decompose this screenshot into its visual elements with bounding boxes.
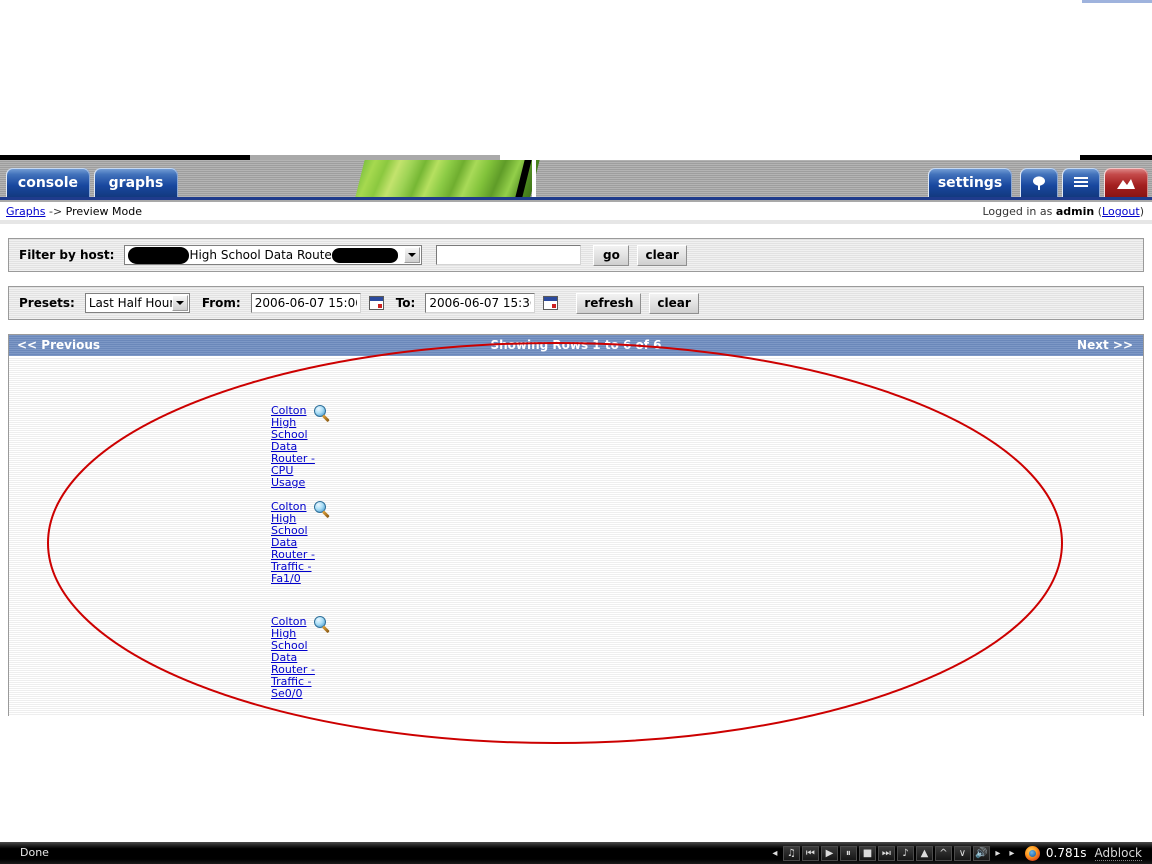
- presets-label: Presets:: [19, 296, 75, 310]
- browser-blank-area: [0, 0, 1152, 155]
- graph-list-body: Colton High School Data Router - CPU Usa…: [9, 357, 1143, 716]
- breadcrumb-current: Preview Mode: [65, 205, 142, 218]
- search-input[interactable]: [436, 245, 582, 265]
- tab-console[interactable]: console: [6, 168, 90, 197]
- skip-forward-icon[interactable]: ⏭: [877, 845, 895, 861]
- page-load-time: 0.781s: [1045, 846, 1087, 860]
- play-icon[interactable]: ▶: [820, 845, 838, 861]
- host-select-value-text: High School Data Router (: [189, 248, 346, 262]
- browser-statusbar: Done ◂ ♫ ⏮ ▶ ⏸ ■ ⏭ ♪ ▲ ^ ∨ 🔊 ▸ ▸ 0.781s …: [0, 842, 1152, 864]
- logout-link[interactable]: Logout: [1102, 205, 1140, 218]
- graph-item: Colton High School Data Router - Traffic…: [576, 473, 1143, 588]
- login-close-paren: ): [1139, 205, 1144, 218]
- graph-item: Colton High School Data Router - Traffic…: [576, 365, 1143, 473]
- prev-track-icon[interactable]: ◂: [769, 846, 781, 861]
- graph-list-navbar: << Previous Showing Rows 1 to 6 of 6 Nex…: [9, 335, 1143, 357]
- chevron-down-icon[interactable]: [404, 247, 421, 263]
- adblock-button[interactable]: Adblock: [1094, 846, 1142, 861]
- graph-item: Colton High School Data Router - Traffic…: [9, 588, 576, 703]
- music-note-single-icon[interactable]: ♪: [896, 845, 914, 861]
- refresh-button[interactable]: refresh: [576, 292, 642, 314]
- graph-preview-container: << Previous Showing Rows 1 to 6 of 6 Nex…: [8, 334, 1144, 716]
- firefox-icon: [1024, 845, 1040, 861]
- host-redaction-id: [332, 248, 399, 263]
- clear-filter-button[interactable]: clear: [637, 244, 687, 266]
- pause-icon[interactable]: ⏸: [839, 845, 857, 861]
- to-label: To:: [395, 296, 416, 310]
- music-note-icon[interactable]: ♫: [782, 845, 800, 861]
- login-username: admin: [1055, 205, 1095, 218]
- graph-item: Colton High School Data Router - Traffic…: [576, 588, 1143, 703]
- host-redaction-prefix: [128, 247, 190, 264]
- mountain-graph-icon: [1115, 176, 1137, 190]
- graph-item: Colton High School Data Router - CPU Usa…: [9, 365, 576, 489]
- preset-select-value: Last Half Hour: [88, 296, 175, 310]
- to-calendar-icon[interactable]: [543, 296, 559, 310]
- top-blue-strip: [1082, 0, 1152, 3]
- next-page-link[interactable]: Next >>: [1077, 338, 1133, 352]
- graph-row: Colton High School Data Router - Traffic…: [9, 473, 1143, 588]
- mute-icon[interactable]: 🔊: [972, 845, 990, 861]
- filter-host-panel: Filter by host: High School Data Router …: [8, 238, 1144, 272]
- screenshot-root: console graphs settings Graphs -> Previe…: [0, 0, 1152, 864]
- status-text: Done: [20, 846, 49, 859]
- filter-host-label: Filter by host:: [19, 248, 115, 262]
- magnifier-icon[interactable]: [314, 616, 331, 634]
- skip-back-icon[interactable]: ⏮: [801, 845, 819, 861]
- login-open-paren: (: [1094, 205, 1103, 218]
- cacti-header: console graphs settings: [0, 155, 1152, 202]
- eject-icon[interactable]: ▲: [915, 845, 933, 861]
- tab-graph-preview[interactable]: [1104, 168, 1148, 197]
- breadcrumb-root-link[interactable]: Graphs: [6, 205, 45, 218]
- tab-graphs[interactable]: graphs: [94, 168, 178, 197]
- showing-rows-label: Showing Rows 1 to 6 of 6: [490, 338, 662, 352]
- graph-item: Colton High School Data Router - Traffic…: [9, 473, 576, 588]
- tab-graphs-label: graphs: [108, 174, 164, 191]
- login-prefix: Logged in as: [982, 205, 1056, 218]
- tab-graph-list[interactable]: [1062, 168, 1100, 197]
- tab-settings-label: settings: [937, 174, 1003, 191]
- breadcrumb: Graphs -> Preview Mode: [6, 205, 142, 218]
- from-date-input[interactable]: [250, 293, 361, 313]
- status-tray: ◂ ♫ ⏮ ▶ ⏸ ■ ⏭ ♪ ▲ ^ ∨ 🔊 ▸ ▸ 0.781s Adblo…: [768, 842, 1150, 864]
- host-select[interactable]: High School Data Router (): [124, 245, 423, 265]
- to-date-input[interactable]: [425, 293, 536, 313]
- from-label: From:: [201, 296, 241, 310]
- next-icon[interactable]: ▸: [1006, 846, 1018, 861]
- from-calendar-icon[interactable]: [368, 296, 384, 310]
- list-icon: [1072, 176, 1090, 190]
- tree-icon: [1031, 175, 1047, 191]
- magnifier-icon[interactable]: [314, 405, 331, 423]
- banner-white-edge: [532, 160, 536, 197]
- login-status: Logged in as admin (Logout): [982, 205, 1144, 218]
- graph-grid: Colton High School Data Router - CPU Usa…: [9, 357, 1143, 703]
- breadcrumb-shadow: [0, 220, 1152, 224]
- volume-down-icon[interactable]: ∨: [953, 845, 971, 861]
- volume-up-icon[interactable]: ^: [934, 845, 952, 861]
- graph-row: Colton High School Data Router - Traffic…: [9, 588, 1143, 703]
- go-button[interactable]: go: [593, 244, 630, 266]
- presets-panel: Presets: Last Half Hour From: To: refres…: [8, 286, 1144, 320]
- preset-chevron-down-icon[interactable]: [171, 295, 188, 311]
- graph-row: Colton High School Data Router - CPU Usa…: [9, 365, 1143, 489]
- stop-icon[interactable]: ■: [858, 845, 876, 861]
- preset-select[interactable]: Last Half Hour: [84, 293, 190, 313]
- tab-settings[interactable]: settings: [928, 168, 1012, 197]
- magnifier-icon[interactable]: [314, 501, 331, 519]
- tab-graph-tree[interactable]: [1020, 168, 1058, 197]
- header-blue-underline: [0, 197, 1152, 200]
- tab-console-label: console: [17, 174, 79, 191]
- forward-icon[interactable]: ▸: [992, 846, 1004, 861]
- breadcrumb-bar: Graphs -> Preview Mode Logged in as admi…: [0, 202, 1152, 220]
- clear-presets-button[interactable]: clear: [649, 292, 699, 314]
- breadcrumb-separator: ->: [45, 205, 66, 218]
- cacti-banner-graphic: [355, 160, 540, 197]
